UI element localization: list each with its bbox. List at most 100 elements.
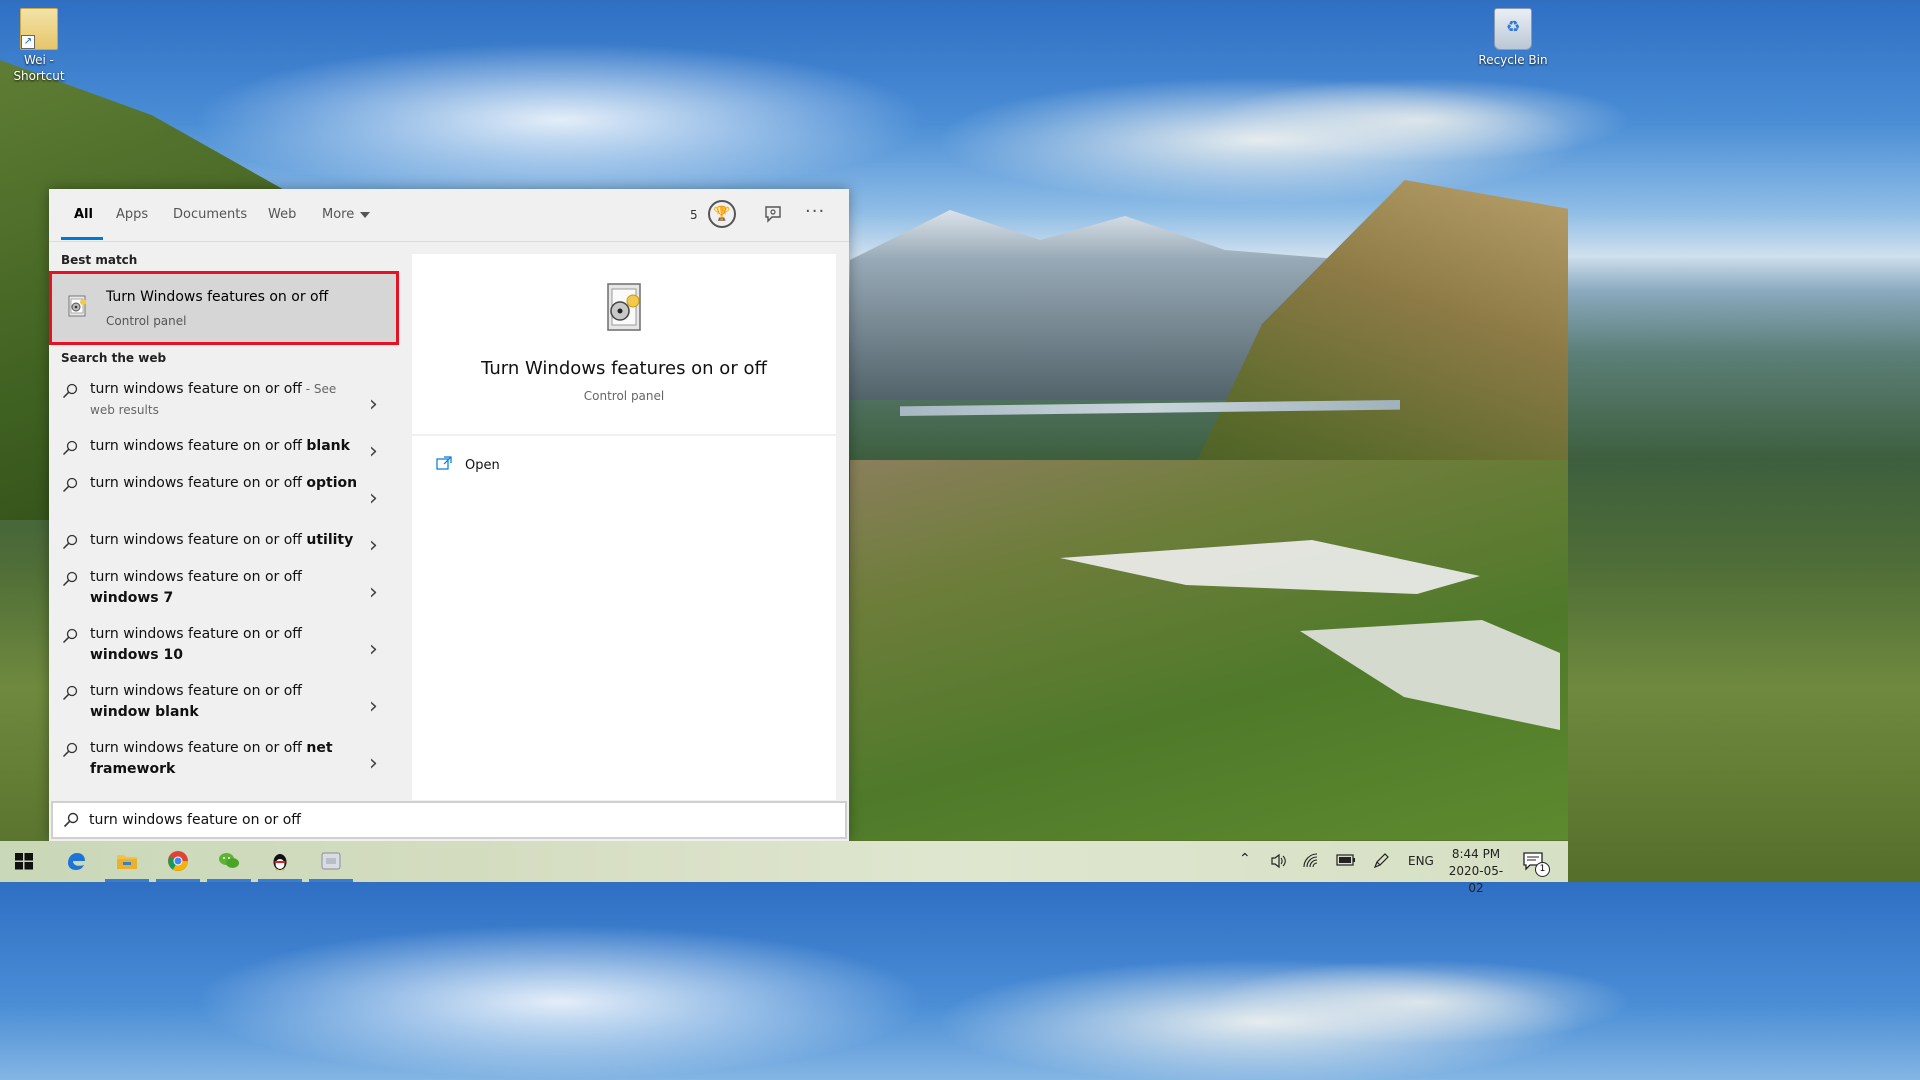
taskbar-chrome[interactable] bbox=[154, 841, 202, 882]
search-box bbox=[51, 801, 847, 839]
web-result-query: turn windows feature on or off bbox=[90, 683, 302, 699]
search-icon bbox=[62, 440, 78, 456]
tab-all[interactable]: All bbox=[74, 207, 93, 222]
search-icon bbox=[62, 534, 78, 550]
best-match-title: Turn Windows features on or off bbox=[106, 289, 329, 305]
web-result-text: turn windows feature on or off net frame… bbox=[90, 738, 360, 780]
desktop-icon-label: Recycle Bin bbox=[1478, 53, 1548, 67]
volume-icon[interactable] bbox=[1270, 853, 1288, 869]
show-hidden-icons-icon[interactable]: ⌃ bbox=[1239, 851, 1251, 867]
start-button[interactable] bbox=[0, 841, 48, 882]
best-match-heading: Best match bbox=[61, 253, 138, 267]
battery-icon[interactable] bbox=[1336, 853, 1356, 867]
recycle-bin-icon bbox=[1494, 8, 1532, 50]
open-icon bbox=[436, 456, 452, 470]
chevron-right-icon[interactable]: › bbox=[369, 533, 378, 558]
search-icon bbox=[62, 477, 78, 493]
background-meadow bbox=[850, 460, 1568, 840]
pen-icon[interactable] bbox=[1372, 852, 1390, 870]
feedback-icon[interactable] bbox=[763, 204, 783, 224]
preview-title: Turn Windows features on or off bbox=[481, 358, 767, 379]
trophy-icon[interactable]: 🏆 bbox=[708, 200, 736, 228]
search-icon bbox=[62, 685, 78, 701]
chevron-right-icon[interactable]: › bbox=[369, 486, 378, 511]
windows-features-icon bbox=[607, 283, 641, 331]
taskbar-edge[interactable] bbox=[52, 841, 100, 882]
search-input[interactable] bbox=[89, 803, 829, 837]
web-result-item[interactable]: turn windows feature on or off utility › bbox=[49, 530, 400, 558]
wechat-icon bbox=[219, 853, 239, 868]
file-explorer-icon bbox=[117, 855, 137, 869]
web-result-item[interactable]: turn windows feature on or off windows 7… bbox=[49, 567, 400, 615]
notification-count: 1 bbox=[1535, 862, 1550, 877]
network-icon[interactable] bbox=[1303, 853, 1321, 869]
web-result-item[interactable]: turn windows feature on or off window bl… bbox=[49, 681, 400, 729]
web-result-query: turn windows feature on or off bbox=[90, 475, 307, 491]
preview-header: Turn Windows features on or off Control … bbox=[412, 254, 836, 436]
clock[interactable]: 8:44 PM 2020-05-02 bbox=[1443, 846, 1509, 897]
tab-web[interactable]: Web bbox=[268, 207, 296, 222]
windows-features-icon bbox=[68, 295, 86, 317]
chrome-icon bbox=[168, 851, 188, 871]
action-center-button[interactable]: 1 bbox=[1522, 849, 1550, 877]
search-icon bbox=[62, 742, 78, 758]
web-result-suggestion: windows 10 bbox=[90, 647, 183, 663]
open-action-label: Open bbox=[465, 458, 500, 473]
chevron-down-icon bbox=[360, 211, 371, 218]
web-result-suggestion: window blank bbox=[90, 704, 199, 720]
web-result-item[interactable]: turn windows feature on or off option › bbox=[49, 473, 400, 521]
web-result-item[interactable]: turn windows feature on or off windows 1… bbox=[49, 624, 400, 672]
rewards-count: 5 bbox=[690, 208, 698, 222]
more-options-icon[interactable]: ··· bbox=[805, 201, 825, 222]
chevron-right-icon[interactable]: › bbox=[369, 580, 378, 605]
background-snow bbox=[1060, 540, 1480, 594]
clock-time: 8:44 PM bbox=[1451, 847, 1501, 861]
desktop-recycle-bin[interactable]: Recycle Bin bbox=[1478, 8, 1548, 68]
web-result-text: turn windows feature on or off windows 1… bbox=[90, 624, 360, 666]
web-result-query: turn windows feature on or off bbox=[90, 438, 307, 454]
tab-documents[interactable]: Documents bbox=[173, 207, 247, 222]
open-action[interactable]: Open bbox=[436, 454, 816, 478]
web-result-text: turn windows feature on or off - See web… bbox=[90, 379, 360, 421]
web-result-suggestion: option bbox=[306, 475, 358, 491]
web-result-text: turn windows feature on or off window bl… bbox=[90, 681, 360, 723]
language-indicator[interactable]: ENG bbox=[1408, 854, 1434, 868]
web-result-item[interactable]: turn windows feature on or off blank › bbox=[49, 436, 400, 464]
clock-date: 2020-05-02 bbox=[1448, 864, 1504, 895]
web-result-suggestion: windows 7 bbox=[90, 590, 174, 606]
web-result-text: turn windows feature on or off utility bbox=[90, 530, 360, 551]
chevron-right-icon[interactable]: › bbox=[369, 392, 378, 417]
desktop-shortcut-wei[interactable]: ↗ Wei - Shortcut bbox=[4, 8, 74, 84]
tab-apps[interactable]: Apps bbox=[116, 207, 148, 222]
results-list: Best match Turn Windows features on or o… bbox=[49, 242, 400, 800]
qq-icon bbox=[273, 854, 287, 871]
chevron-right-icon[interactable]: › bbox=[369, 694, 378, 719]
preview-pane: Turn Windows features on or off Control … bbox=[412, 254, 836, 800]
search-panel: All Apps Documents Web More 5 🏆 ··· Best… bbox=[49, 189, 849, 841]
web-result-query: turn windows feature on or off bbox=[90, 626, 302, 642]
taskbar-wechat[interactable] bbox=[205, 841, 253, 882]
search-icon bbox=[62, 628, 78, 644]
taskbar-file-explorer[interactable] bbox=[103, 841, 151, 882]
search-web-heading: Search the web bbox=[61, 351, 167, 365]
search-tab-bar: All Apps Documents Web More 5 🏆 ··· bbox=[49, 189, 849, 242]
chevron-right-icon[interactable]: › bbox=[369, 637, 378, 662]
search-icon bbox=[62, 571, 78, 587]
chevron-right-icon[interactable]: › bbox=[369, 751, 378, 776]
web-result-query: turn windows feature on or off bbox=[90, 740, 307, 756]
web-result-item[interactable]: turn windows feature on or off net frame… bbox=[49, 738, 400, 786]
taskbar-qq[interactable] bbox=[256, 841, 304, 882]
chevron-right-icon[interactable]: › bbox=[369, 439, 378, 464]
web-result-item[interactable]: turn windows feature on or off - See web… bbox=[49, 379, 400, 427]
best-match-result[interactable]: Turn Windows features on or off Control … bbox=[49, 271, 399, 345]
web-result-query: turn windows feature on or off bbox=[90, 532, 307, 548]
preview-subtitle: Control panel bbox=[583, 389, 665, 403]
taskbar-app-window[interactable] bbox=[307, 841, 355, 882]
background-river bbox=[900, 400, 1400, 416]
start-icon bbox=[15, 853, 33, 870]
background-ridge bbox=[1160, 180, 1568, 540]
tab-more[interactable]: More bbox=[322, 207, 371, 222]
web-result-suggestion: utility bbox=[306, 532, 354, 548]
active-tab-indicator bbox=[61, 237, 103, 240]
web-result-query: turn windows feature on or off bbox=[90, 569, 302, 585]
